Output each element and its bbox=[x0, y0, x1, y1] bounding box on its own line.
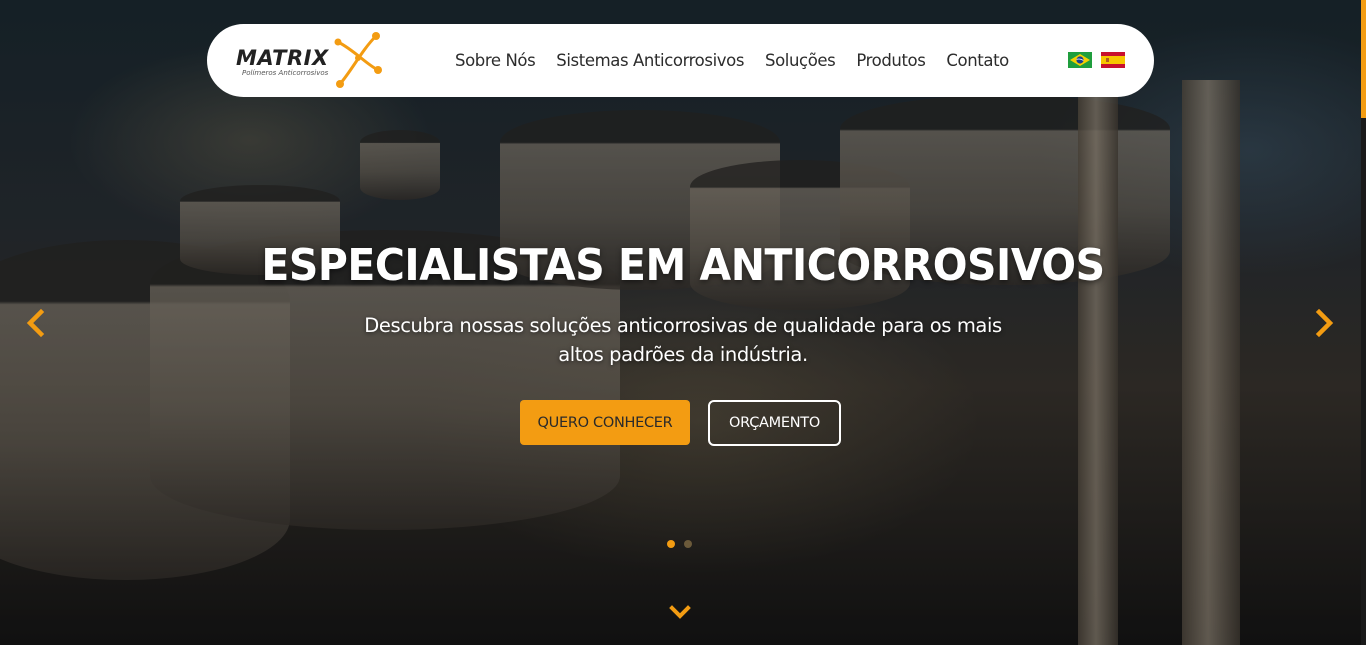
hero-actions: QUERO CONHECER ORÇAMENTO bbox=[520, 400, 841, 446]
slide-dot-1[interactable] bbox=[667, 540, 675, 548]
nav-item-produtos[interactable]: Produtos bbox=[856, 51, 925, 70]
spain-flag-icon[interactable] bbox=[1101, 52, 1125, 68]
brand-name: MATRIX bbox=[236, 46, 329, 70]
orcamento-button[interactable]: ORÇAMENTO bbox=[708, 400, 841, 446]
language-switcher bbox=[1068, 52, 1125, 68]
nav-item-contato[interactable]: Contato bbox=[946, 51, 1009, 70]
hero-slider: MATRIX Polímeros Anticorrosivos Sobre Nó… bbox=[0, 0, 1366, 645]
nav-item-sobre-nos[interactable]: Sobre Nós bbox=[455, 51, 536, 70]
top-navbar: MATRIX Polímeros Anticorrosivos Sobre Nó… bbox=[207, 24, 1154, 97]
brand-logo[interactable]: MATRIX Polímeros Anticorrosivos bbox=[236, 30, 386, 92]
page-scrollbar-thumb[interactable] bbox=[1361, 0, 1366, 118]
slider-pagination bbox=[667, 540, 692, 548]
brand-tagline: Polímeros Anticorrosivos bbox=[242, 69, 329, 77]
brazil-flag-icon[interactable] bbox=[1068, 52, 1092, 68]
hero-subtitle: Descubra nossas soluções anticorrosivas … bbox=[364, 314, 1002, 366]
nav-item-sistemas-anticorrosivos[interactable]: Sistemas Anticorrosivos bbox=[556, 51, 744, 70]
quero-conhecer-button[interactable]: QUERO CONHECER bbox=[520, 400, 690, 445]
main-menu: Sobre Nós Sistemas Anticorrosivos Soluçõ… bbox=[455, 24, 1009, 97]
nav-item-solucoes[interactable]: Soluções bbox=[765, 51, 836, 70]
chevron-down-icon[interactable] bbox=[669, 604, 691, 620]
hero-content: ESPECIALISTAS EM ANTICORROSIVOS Descubra… bbox=[0, 240, 1366, 369]
molecule-logo-icon bbox=[334, 32, 382, 88]
slide-dot-2[interactable] bbox=[684, 540, 692, 548]
hero-title: ESPECIALISTAS EM ANTICORROSIVOS bbox=[261, 240, 1105, 291]
